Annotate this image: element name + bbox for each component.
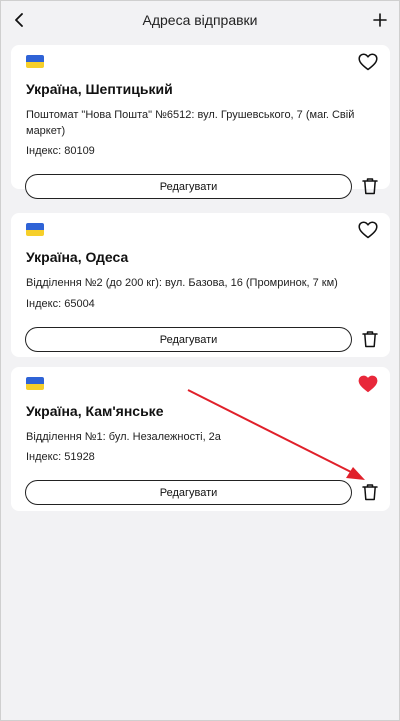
postal-index: Індекс: 65004 — [26, 298, 95, 310]
postal-index: Індекс: 80109 — [26, 145, 95, 157]
delete-button[interactable] — [361, 176, 379, 196]
address-card: Україна, Кам'янське Відділення №1: бул. … — [11, 367, 390, 511]
address-card: Україна, Одеса Відділення №2 (до 200 кг)… — [11, 213, 390, 357]
address-city: Україна, Шептицький — [26, 81, 173, 97]
heart-icon — [358, 53, 378, 71]
trash-icon — [362, 484, 378, 501]
ukraine-flag-icon — [26, 223, 44, 236]
add-address-button[interactable] — [369, 9, 391, 31]
edit-button[interactable]: Редагувати — [25, 480, 352, 505]
top-bar: Адреса відправки — [1, 1, 399, 41]
edit-button[interactable]: Редагувати — [25, 174, 352, 199]
address-card: Україна, Шептицький Поштомат "Нова Пошта… — [11, 45, 390, 199]
address-details: Відділення №2 (до 200 кг): вул. Базова, … — [26, 277, 338, 289]
trash-icon — [362, 331, 378, 348]
screen: Адреса відправки Україна, Шептицький Пош… — [0, 0, 400, 721]
address-city: Україна, Одеса — [26, 249, 129, 265]
plus-icon — [373, 13, 387, 27]
delete-button[interactable] — [361, 482, 379, 502]
address-city: Україна, Кам'янське — [26, 403, 164, 419]
favorite-button[interactable] — [358, 53, 378, 71]
favorite-button[interactable] — [358, 221, 378, 239]
delete-button[interactable] — [361, 329, 379, 349]
heart-icon — [358, 375, 378, 393]
address-details: Поштомат "Нова Пошта" №6512: вул. Грушев… — [26, 109, 355, 137]
ukraine-flag-icon — [26, 55, 44, 68]
page-title: Адреса відправки — [142, 12, 258, 28]
favorite-button[interactable] — [358, 375, 378, 393]
trash-icon — [362, 178, 378, 195]
heart-icon — [358, 221, 378, 239]
postal-index: Індекс: 51928 — [26, 451, 95, 463]
edit-button[interactable]: Редагувати — [25, 327, 352, 352]
ukraine-flag-icon — [26, 377, 44, 390]
address-details: Відділення №1: бул. Незалежності, 2а — [26, 431, 221, 443]
